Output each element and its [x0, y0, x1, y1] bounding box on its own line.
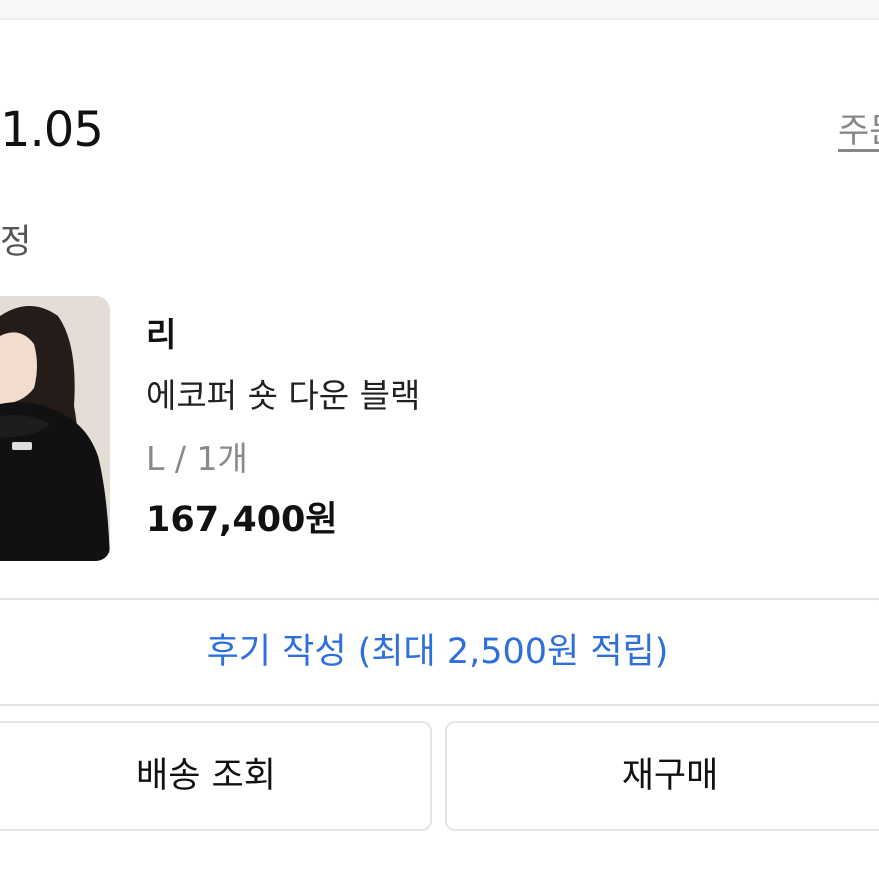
write-review-button[interactable]: 후기 작성 (최대 2,500원 적립) — [0, 598, 879, 706]
product-brand: 리 — [146, 315, 177, 354]
write-review-label: 후기 작성 (최대 2,500원 적립) — [206, 632, 669, 672]
order-detail-link[interactable]: 주문 — [838, 106, 879, 156]
track-delivery-button[interactable]: 배송 조회 — [0, 721, 432, 831]
track-delivery-label: 배송 조회 — [136, 756, 276, 796]
rebuy-label: 재구매 — [621, 756, 719, 796]
delivery-status-label: 정 — [0, 222, 32, 262]
product-name[interactable]: 에코퍼 숏 다운 블랙 — [146, 370, 420, 422]
product-price: 167,400원 — [146, 500, 338, 540]
product-image — [0, 296, 110, 561]
top-divider-strip — [0, 0, 879, 20]
order-date: 1.05 — [0, 102, 104, 158]
product-thumbnail[interactable] — [0, 296, 110, 561]
rebuy-button[interactable]: 재구매 — [445, 721, 879, 831]
product-option: L / 1개 — [146, 439, 248, 478]
